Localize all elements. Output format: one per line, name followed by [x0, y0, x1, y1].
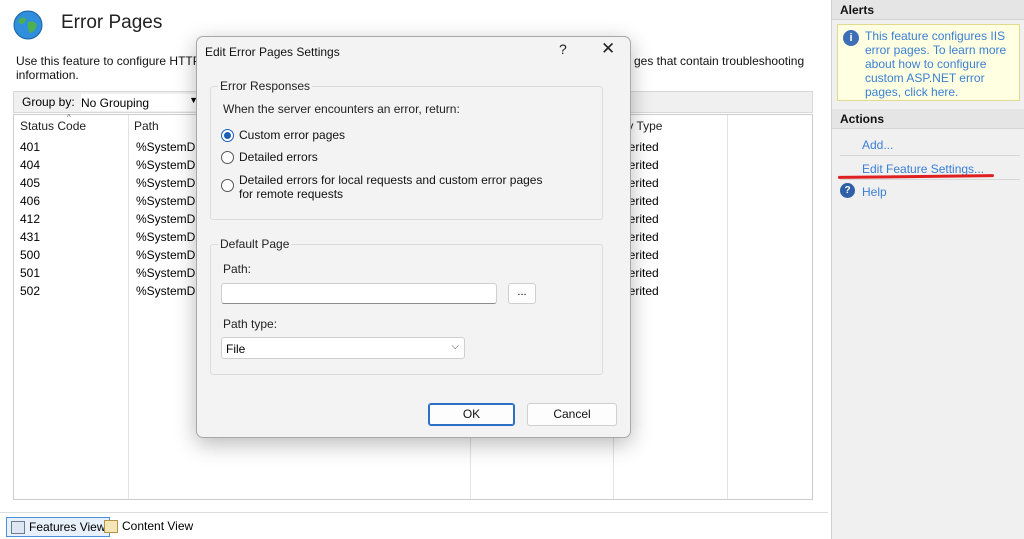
- content-view-label: Content View: [122, 519, 194, 533]
- add-link[interactable]: Add...: [862, 138, 893, 152]
- option3-line2: for remote requests: [239, 187, 344, 201]
- page-title: Error Pages: [61, 12, 163, 33]
- alert-box: i This feature configures IIS error page…: [837, 24, 1020, 101]
- browse-button[interactable]: ...: [508, 283, 536, 304]
- path-label: Path:: [223, 262, 252, 276]
- error-responses-group: Error Responses When the server encounte…: [210, 79, 603, 220]
- detailed-errors-label[interactable]: Detailed errors: [239, 150, 318, 164]
- help-icon: ?: [840, 183, 855, 198]
- custom-error-pages-radio[interactable]: [221, 129, 234, 142]
- cell-status-code: 500: [20, 248, 41, 262]
- alert-link[interactable]: This feature configures IIS error pages.…: [865, 29, 1017, 99]
- path-type-label: Path type:: [223, 317, 278, 331]
- edit-error-pages-dialog: Edit Error Pages Settings ? ✕ Error Resp…: [196, 36, 631, 438]
- groupby-value: No Grouping: [81, 96, 150, 110]
- view-switcher: Features View Content View: [0, 512, 828, 539]
- default-page-group: Default Page Path: ... Path type: File ⌵: [210, 237, 603, 375]
- actions-header: Actions: [832, 109, 1024, 129]
- cell-status-code: 502: [20, 284, 41, 298]
- cell-status-code: 405: [20, 176, 41, 190]
- content-view-tab[interactable]: Content View: [100, 517, 197, 537]
- globe-icon: [13, 10, 43, 40]
- groupby-select[interactable]: No Grouping ▼: [80, 93, 202, 112]
- description-left: Use this feature to configure HTTP e: [16, 54, 211, 68]
- close-icon[interactable]: ✕: [601, 39, 617, 59]
- error-responses-prompt: When the server encounters an error, ret…: [223, 102, 460, 116]
- custom-error-pages-label[interactable]: Custom error pages: [239, 128, 345, 142]
- error-responses-legend: Error Responses: [218, 79, 313, 93]
- groupby-label: Group by:: [22, 95, 75, 109]
- features-view-icon: [11, 521, 25, 534]
- chevron-down-icon: ⌵: [451, 341, 459, 352]
- cell-status-code: 431: [20, 230, 41, 244]
- description-right: ges that contain troubleshooting: [634, 54, 805, 68]
- cell-status-code: 412: [20, 212, 41, 226]
- actions-panel: Alerts i This feature configures IIS err…: [831, 0, 1024, 539]
- detailed-local-custom-remote-label[interactable]: Detailed errors for local requests and c…: [239, 173, 542, 201]
- ok-button[interactable]: OK: [428, 403, 515, 426]
- column-header-path[interactable]: Path: [134, 119, 159, 133]
- path-type-select[interactable]: File ⌵: [221, 337, 465, 359]
- cancel-button[interactable]: Cancel: [527, 403, 617, 426]
- path-input[interactable]: [221, 283, 497, 304]
- description-line2: information.: [16, 68, 79, 82]
- help-question-icon[interactable]: ?: [559, 41, 573, 57]
- content-view-icon: [104, 520, 118, 533]
- dialog-title: Edit Error Pages Settings: [205, 45, 340, 59]
- alerts-header: Alerts: [832, 0, 1024, 20]
- cell-status-code: 406: [20, 194, 41, 208]
- column-header-status-code[interactable]: Status Code: [20, 119, 86, 133]
- detailed-errors-radio[interactable]: [221, 151, 234, 164]
- info-icon: i: [843, 30, 859, 46]
- help-link[interactable]: Help: [862, 185, 887, 199]
- divider: [840, 179, 1020, 180]
- divider: [840, 155, 1020, 156]
- default-page-legend: Default Page: [218, 237, 292, 251]
- cell-status-code: 401: [20, 140, 41, 154]
- option3-line1: Detailed errors for local requests and c…: [239, 173, 543, 187]
- features-view-label: Features View: [29, 520, 106, 534]
- cell-status-code: 501: [20, 266, 41, 280]
- path-type-value: File: [226, 342, 246, 356]
- cell-status-code: 404: [20, 158, 41, 172]
- features-view-tab[interactable]: Features View: [6, 517, 111, 537]
- detailed-local-custom-remote-radio[interactable]: [221, 179, 234, 192]
